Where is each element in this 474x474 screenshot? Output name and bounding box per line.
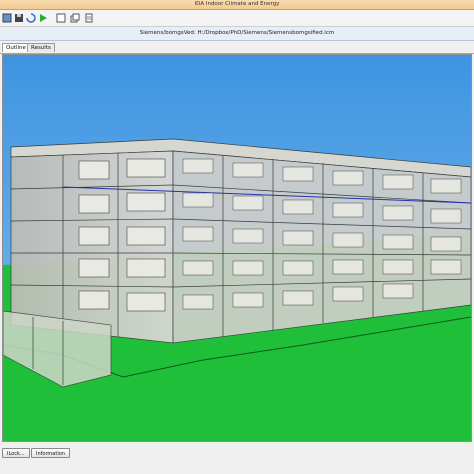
3d-building-viewport[interactable] (2, 54, 472, 442)
save-icon[interactable] (14, 13, 24, 23)
title-bar: IDA Indoor Climate and Energy (0, 0, 474, 10)
window-title: IDA Indoor Climate and Energy (194, 1, 280, 7)
tab-results[interactable]: Results (27, 43, 55, 52)
front-facade (10, 150, 174, 344)
reload-icon[interactable] (26, 13, 36, 23)
toolbar (0, 10, 474, 27)
app-icon[interactable] (2, 13, 12, 23)
building-3d-render (3, 55, 471, 441)
tab-strip: Outline Results (0, 41, 474, 54)
information-button[interactable]: Information (31, 448, 70, 458)
bottom-bar: ILock... Information (0, 444, 474, 462)
tab-outline[interactable]: Outline (2, 43, 30, 52)
page-icon[interactable] (84, 13, 94, 23)
path-bar: Siemens/bomgsVed: H:/Dropbox/PhD/Siemens… (0, 27, 474, 41)
ilock-button[interactable]: ILock... (2, 448, 30, 458)
checkbox-icon[interactable] (56, 13, 66, 23)
copy-icon[interactable] (70, 13, 80, 23)
model-path: Siemens/bomgsVed: H:/Dropbox/PhD/Siemens… (139, 30, 335, 36)
run-icon[interactable] (38, 13, 48, 23)
